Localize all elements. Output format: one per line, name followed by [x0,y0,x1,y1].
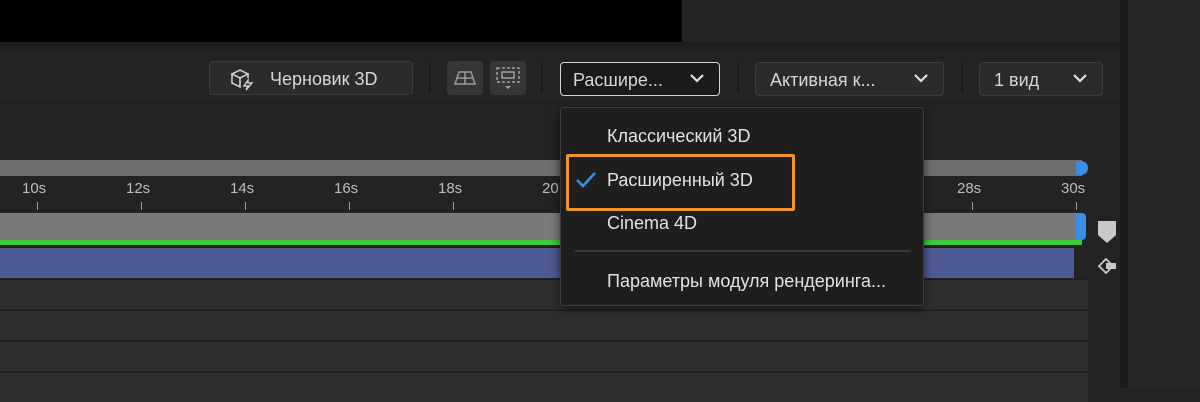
tick-mark [1076,202,1077,210]
timeline-row[interactable] [0,279,1088,309]
timeline-row[interactable] [0,341,1088,371]
composition-viewer [0,0,682,42]
tick-label: 16s [334,180,359,197]
panel-divider[interactable] [1120,0,1128,388]
tick-mark [972,202,973,210]
keyframe-tool-icon[interactable] [1094,253,1120,279]
menu-item-renderer-settings[interactable]: Параметры модуля рендеринга... [607,271,886,292]
timeline-row[interactable] [0,372,1088,402]
viewer-toolbar: Черновик 3D Расшире... Активная к... 1 в… [0,51,1120,103]
chevron-down-icon [690,74,704,83]
tick-label: 30s [1061,180,1086,197]
ground-plane-icon [453,71,477,85]
menu-item-cinema-4d[interactable]: Cinema 4D [607,213,697,234]
chevron-down-icon [1073,74,1087,83]
renderer-dropdown[interactable]: Расшире... [560,62,720,96]
adjacent-panel [1128,0,1200,388]
chevron-down-icon [914,74,928,83]
tick-mark [245,202,246,210]
toolbar-separator [541,63,543,93]
views-dropdown[interactable]: 1 вид [979,62,1103,96]
tick-label: 20 [542,180,559,197]
views-dropdown-label: 1 вид [994,70,1040,90]
toolbar-separator [961,63,963,93]
tick-mark [141,202,142,210]
tick-mark [37,202,38,210]
ground-plane-button[interactable] [447,61,483,95]
timeline-row[interactable] [0,310,1088,340]
tick-mark [453,202,454,210]
tick-label: 10s [22,180,47,197]
tick-label: 18s [438,180,463,197]
camera-dropdown[interactable]: Активная к... [755,62,944,96]
draft-3d-label: Черновик 3D [270,69,378,89]
tick-mark [349,202,350,210]
time-ruler[interactable]: 10s 12s 14s 16s 18s 20 28s 30s [0,176,1090,212]
draft-3d-button[interactable]: Черновик 3D [209,61,413,95]
extended-viewer-button[interactable] [490,61,526,95]
toolbar-separator [737,63,739,93]
current-time-marker-icon[interactable] [1096,219,1118,245]
tick-label: 14s [230,180,255,197]
extended-viewer-icon [496,67,520,89]
viewer-bottom-strip [0,42,1120,51]
layer-out-point-handle[interactable] [1076,213,1086,240]
menu-divider [575,250,911,252]
tick-label: 12s [126,180,151,197]
highlight-box [566,154,795,211]
timeline-side-controls [1088,213,1120,388]
menu-item-classic-3d[interactable]: Классический 3D [607,126,750,147]
draft-3d-icon [228,67,256,91]
tick-label: 28s [957,180,982,197]
renderer-dropdown-label: Расшире... [573,70,663,90]
work-area-end-handle[interactable] [1076,161,1088,175]
camera-dropdown-label: Активная к... [770,70,876,90]
toolbar-separator [429,63,431,93]
